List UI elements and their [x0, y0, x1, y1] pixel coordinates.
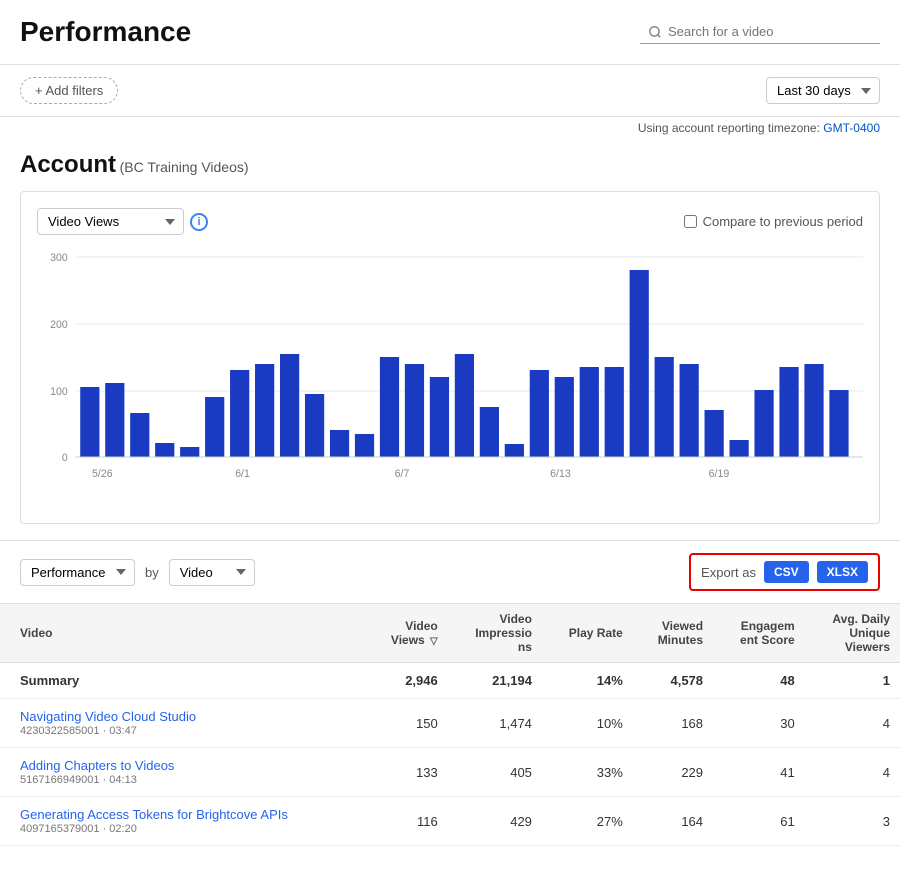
cell-impressions: 405 [448, 748, 542, 797]
cell-views: 116 [366, 797, 448, 846]
account-title: Account [20, 151, 116, 178]
summary-avgdaily: 1 [805, 663, 900, 699]
account-header: Account (BC Training Videos) [0, 143, 900, 191]
export-xlsx-button[interactable]: XLSX [817, 561, 868, 583]
cell-impressions: 1,474 [448, 699, 542, 748]
cell-engagement: 41 [713, 748, 805, 797]
table-container: Video VideoViews ▽ VideoImpressions Play… [0, 604, 900, 846]
cell-video: Generating Access Tokens for Brightcove … [0, 797, 366, 846]
timezone-text: Using account reporting timezone: [638, 121, 820, 135]
svg-text:6/7: 6/7 [395, 468, 410, 480]
cell-views: 133 [366, 748, 448, 797]
video-title-link[interactable]: Navigating Video Cloud Studio [20, 709, 196, 724]
table-row: Adding Chapters to Videos 5167166949001 … [0, 748, 900, 797]
video-meta: 4097165379001 · 02:20 [20, 823, 356, 835]
date-range-select[interactable]: Last 30 days Last 7 days Last 90 days Cu… [766, 77, 880, 104]
timezone-bar: Using account reporting timezone: GMT-04… [0, 117, 900, 143]
search-container [640, 20, 880, 44]
col-header-views[interactable]: VideoViews ▽ [366, 604, 448, 663]
video-meta: 4230322585001 · 03:47 [20, 725, 356, 737]
col-header-engagement: Engagement Score [713, 604, 805, 663]
col-header-avgdaily: Avg. DailyUniqueViewers [805, 604, 900, 663]
cell-video: Adding Chapters to Videos 5167166949001 … [0, 748, 366, 797]
video-title-link[interactable]: Generating Access Tokens for Brightcove … [20, 807, 288, 822]
summary-label: Summary [0, 663, 366, 699]
chart-svg: 300 200 100 0 [37, 247, 863, 507]
cell-minutes: 229 [633, 748, 713, 797]
col-header-minutes: ViewedMinutes [633, 604, 713, 663]
data-table: Video VideoViews ▽ VideoImpressions Play… [0, 604, 900, 846]
cell-engagement: 30 [713, 699, 805, 748]
export-csv-button[interactable]: CSV [764, 561, 809, 583]
bottom-toolbar-left: Performance Engagement by Video Day Coun… [20, 559, 255, 586]
cell-playrate: 33% [542, 748, 633, 797]
cell-views: 150 [366, 699, 448, 748]
cell-minutes: 168 [633, 699, 713, 748]
date-range-wrapper: Last 30 days Last 7 days Last 90 days Cu… [766, 77, 880, 104]
svg-text:6/13: 6/13 [550, 468, 571, 480]
svg-text:6/1: 6/1 [235, 468, 250, 480]
svg-text:5/26: 5/26 [92, 468, 113, 480]
page-title: Performance [20, 16, 191, 48]
summary-minutes: 4,578 [633, 663, 713, 699]
col-header-video: Video [0, 604, 366, 663]
info-icon[interactable]: i [190, 213, 208, 231]
col-header-playrate: Play Rate [542, 604, 633, 663]
cell-playrate: 10% [542, 699, 633, 748]
table-header-row: Video VideoViews ▽ VideoImpressions Play… [0, 604, 900, 663]
add-filters-label: + Add filters [35, 83, 103, 98]
cell-minutes: 164 [633, 797, 713, 846]
svg-text:6/19: 6/19 [709, 468, 730, 480]
filter-toolbar: + Add filters Last 30 days Last 7 days L… [0, 65, 900, 117]
add-filters-button[interactable]: + Add filters [20, 77, 118, 104]
metric-select[interactable]: Video Views Video Impressions Play Rate … [37, 208, 184, 235]
performance-select[interactable]: Performance Engagement [20, 559, 135, 586]
svg-text:200: 200 [50, 319, 68, 331]
table-row: Navigating Video Cloud Studio 4230322585… [0, 699, 900, 748]
chart-section: Video Views Video Impressions Play Rate … [20, 191, 880, 524]
group-by-select[interactable]: Video Day Country [169, 559, 255, 586]
cell-avgdaily: 3 [805, 797, 900, 846]
col-header-impressions: VideoImpressions [448, 604, 542, 663]
table-row: Generating Access Tokens for Brightcove … [0, 797, 900, 846]
page-header: Performance [0, 0, 900, 65]
export-area: Export as CSV XLSX [689, 553, 880, 591]
search-input[interactable] [668, 24, 872, 39]
by-label: by [145, 565, 159, 580]
cell-avgdaily: 4 [805, 748, 900, 797]
cell-avgdaily: 4 [805, 699, 900, 748]
timezone-link[interactable]: GMT-0400 [823, 121, 880, 135]
summary-engagement: 48 [713, 663, 805, 699]
video-meta: 5167166949001 · 04:13 [20, 774, 356, 786]
account-subtitle: (BC Training Videos) [120, 159, 249, 175]
chart-area: 300 200 100 0 [37, 247, 863, 507]
compare-checkbox[interactable] [684, 215, 697, 228]
search-icon [648, 25, 662, 39]
video-title-link[interactable]: Adding Chapters to Videos [20, 758, 174, 773]
summary-row: Summary 2,946 21,194 14% 4,578 48 1 [0, 663, 900, 699]
compare-label[interactable]: Compare to previous period [684, 214, 863, 229]
summary-impressions: 21,194 [448, 663, 542, 699]
cell-playrate: 27% [542, 797, 633, 846]
export-label: Export as [701, 565, 756, 580]
chart-controls: Video Views Video Impressions Play Rate … [37, 208, 863, 235]
cell-video: Navigating Video Cloud Studio 4230322585… [0, 699, 366, 748]
svg-text:300: 300 [50, 252, 68, 264]
bottom-toolbar: Performance Engagement by Video Day Coun… [0, 540, 900, 604]
svg-text:0: 0 [62, 452, 68, 464]
summary-playrate: 14% [542, 663, 633, 699]
compare-text: Compare to previous period [703, 214, 863, 229]
svg-text:100: 100 [50, 386, 68, 398]
summary-views: 2,946 [366, 663, 448, 699]
cell-engagement: 61 [713, 797, 805, 846]
cell-impressions: 429 [448, 797, 542, 846]
